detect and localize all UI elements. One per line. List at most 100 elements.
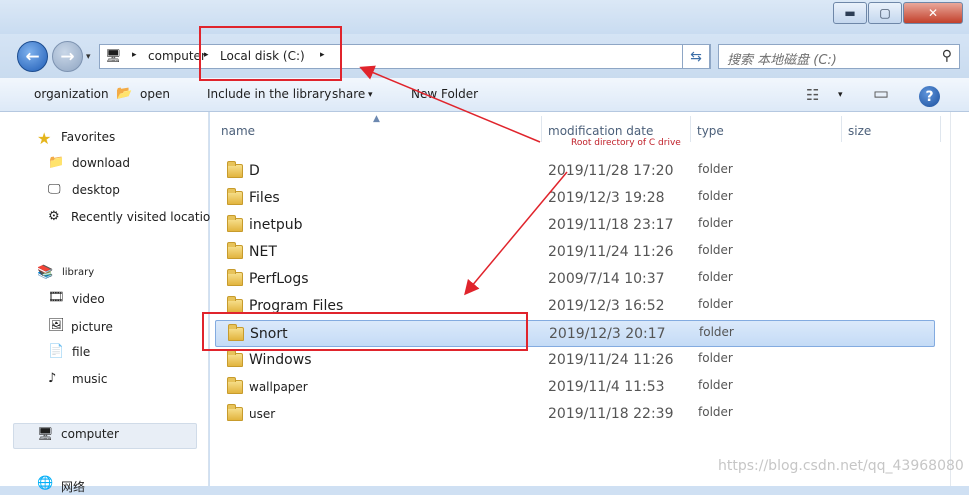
close-button[interactable]: ✕ bbox=[903, 2, 963, 24]
file-name: inetpub bbox=[249, 217, 303, 233]
file-type: folder bbox=[698, 270, 733, 284]
folder-icon bbox=[227, 188, 243, 205]
picture-icon: 🖼 bbox=[48, 318, 65, 333]
file-row[interactable]: NET 2019/11/24 11:26 folder bbox=[215, 239, 935, 266]
new-folder-button[interactable]: New Folder bbox=[411, 87, 478, 101]
preview-pane-icon[interactable]: ▭ bbox=[873, 84, 889, 104]
nav-recent[interactable]: Recently visited location bbox=[71, 210, 218, 224]
file-type: folder bbox=[698, 216, 733, 230]
network-icon: 🌐 bbox=[37, 476, 54, 491]
search-icon[interactable]: ⚲ bbox=[942, 48, 952, 64]
forward-button[interactable]: → bbox=[52, 41, 83, 72]
file-date: 2019/11/24 11:26 bbox=[548, 352, 674, 368]
folder-icon bbox=[227, 161, 243, 178]
file-row[interactable]: Windows 2019/11/24 11:26 folder bbox=[215, 347, 935, 374]
maximize-button[interactable]: ▢ bbox=[868, 2, 902, 24]
nav-download[interactable]: download bbox=[72, 156, 130, 170]
file-type: folder bbox=[698, 243, 733, 257]
navigation-pane: ★ Favorites 📁 download 🖵 desktop ⚙ Recen… bbox=[0, 112, 218, 494]
file-row[interactable]: Files 2019/12/3 19:28 folder bbox=[215, 185, 935, 212]
folder-icon bbox=[227, 377, 243, 394]
command-toolbar: organization 📂 open Include in the libra… bbox=[0, 78, 969, 112]
file-type: folder bbox=[698, 405, 733, 419]
computer-icon: 🖥 bbox=[105, 49, 122, 64]
nav-library[interactable]: library bbox=[62, 267, 94, 278]
file-row[interactable]: user 2019/11/18 22:39 folder bbox=[215, 401, 935, 428]
share-button[interactable]: share bbox=[332, 87, 365, 101]
nav-favorites[interactable]: Favorites bbox=[61, 130, 115, 144]
window-controls: ▬ ▢ ✕ bbox=[832, 2, 963, 24]
file-name: Windows bbox=[249, 352, 312, 368]
search-placeholder: 搜索 本地磁盘 (C:) bbox=[727, 53, 837, 68]
view-caret-icon[interactable]: ▾ bbox=[838, 90, 843, 100]
file-date: 2019/11/4 11:53 bbox=[548, 379, 665, 395]
file-type: folder bbox=[698, 162, 733, 176]
open-button[interactable]: open bbox=[140, 87, 170, 101]
organize-button[interactable]: organization bbox=[34, 87, 109, 101]
column-divider[interactable] bbox=[841, 116, 842, 142]
column-header-name[interactable]: name bbox=[221, 124, 255, 138]
column-divider[interactable] bbox=[690, 116, 691, 142]
file-date: 2019/12/3 20:17 bbox=[549, 326, 666, 342]
library-icon: 📚 bbox=[37, 265, 54, 280]
recent-pages-dropdown[interactable]: ▾ bbox=[86, 52, 91, 62]
view-options-icon[interactable]: ☷ bbox=[806, 86, 819, 104]
share-caret-icon[interactable]: ▾ bbox=[368, 90, 373, 100]
address-bar[interactable]: 🖥 ▸ computer ▸ Local disk (C:) ▸ ▾ bbox=[99, 44, 769, 69]
include-in-library-button[interactable]: Include in the library bbox=[207, 87, 331, 101]
file-name: wallpaper bbox=[249, 380, 308, 394]
address-row: ← → ▾ 🖥 ▸ computer ▸ Local disk (C:) ▸ ▾… bbox=[0, 34, 969, 78]
column-divider[interactable] bbox=[541, 116, 542, 142]
refresh-button[interactable]: ⇆ bbox=[682, 44, 710, 69]
file-date: 2019/11/18 22:39 bbox=[548, 406, 674, 422]
breadcrumb-separator[interactable]: ▸ bbox=[132, 50, 137, 60]
file-date: 2019/11/18 23:17 bbox=[548, 217, 674, 233]
file-type: folder bbox=[698, 189, 733, 203]
music-icon: ♪ bbox=[48, 371, 57, 386]
file-date: 2019/11/24 11:26 bbox=[548, 244, 674, 260]
computer-icon: 🖥 bbox=[37, 427, 54, 442]
folder-icon bbox=[227, 215, 243, 232]
video-icon: 🎞 bbox=[48, 290, 65, 305]
download-folder-icon: 📁 bbox=[48, 155, 65, 170]
help-button[interactable]: ? bbox=[919, 86, 940, 107]
back-button[interactable]: ← bbox=[17, 41, 48, 72]
annotation-box-snort bbox=[202, 312, 528, 351]
file-date: 2019/11/28 17:20 bbox=[548, 163, 674, 179]
file-name: PerfLogs bbox=[249, 271, 309, 287]
annotation-box-address bbox=[199, 26, 342, 81]
file-date: 2019/12/3 19:28 bbox=[548, 190, 665, 206]
file-date: 2019/12/3 16:52 bbox=[548, 298, 665, 314]
breadcrumb-computer[interactable]: computer bbox=[148, 49, 206, 63]
column-header-type[interactable]: type bbox=[697, 124, 724, 138]
title-bar: ▬ ▢ ✕ bbox=[0, 0, 969, 34]
star-icon: ★ bbox=[37, 129, 52, 148]
nav-computer[interactable]: computer bbox=[61, 427, 119, 441]
nav-music[interactable]: music bbox=[72, 372, 107, 386]
file-row[interactable]: D 2019/11/28 17:20 folder bbox=[215, 158, 935, 185]
file-name: D bbox=[249, 163, 260, 179]
nav-file[interactable]: file bbox=[72, 345, 90, 359]
file-date: 2009/7/14 10:37 bbox=[548, 271, 665, 287]
minimize-button[interactable]: ▬ bbox=[833, 2, 867, 24]
file-name: NET bbox=[249, 244, 277, 260]
nav-picture[interactable]: picture bbox=[71, 320, 113, 334]
column-header-modified[interactable]: modification date bbox=[548, 124, 653, 138]
nav-network[interactable]: 网络 bbox=[61, 478, 85, 495]
column-header-size[interactable]: size bbox=[848, 124, 871, 138]
file-list-pane: ▲ name modification date type size D 201… bbox=[210, 112, 950, 486]
folder-icon bbox=[227, 350, 243, 367]
nav-video[interactable]: video bbox=[72, 292, 105, 306]
sort-ascending-icon: ▲ bbox=[373, 114, 380, 124]
file-row[interactable]: wallpaper 2019/11/4 11:53 folder bbox=[215, 374, 935, 401]
file-type: folder bbox=[698, 351, 733, 365]
folder-icon bbox=[227, 242, 243, 259]
recent-places-icon: ⚙ bbox=[48, 209, 60, 224]
column-divider[interactable] bbox=[940, 116, 941, 142]
nav-desktop[interactable]: desktop bbox=[72, 183, 120, 197]
file-row[interactable]: PerfLogs 2009/7/14 10:37 folder bbox=[215, 266, 935, 293]
search-box[interactable]: 搜索 本地磁盘 (C:) ⚲ bbox=[718, 44, 960, 69]
vertical-scrollbar[interactable] bbox=[950, 112, 969, 486]
file-row[interactable]: inetpub 2019/11/18 23:17 folder bbox=[215, 212, 935, 239]
desktop-icon: 🖵 bbox=[48, 182, 61, 197]
